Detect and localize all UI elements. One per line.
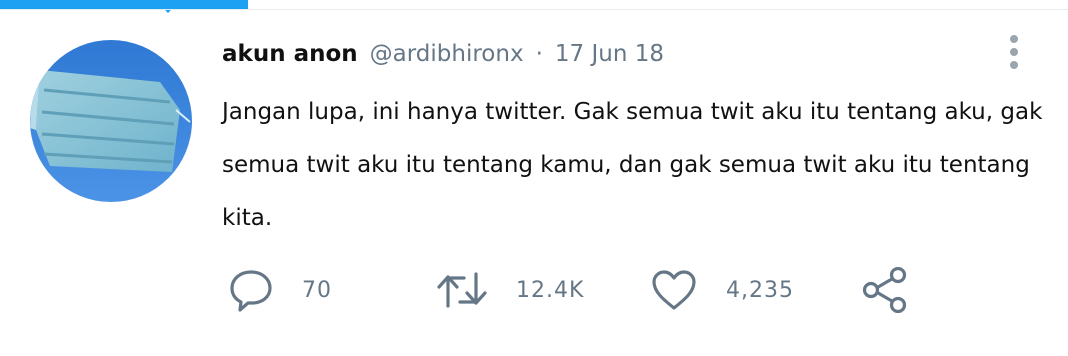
reply-button[interactable]: 70 [228, 266, 332, 314]
speech-bubble-icon [230, 270, 272, 312]
tweet-detail-page: akun anon @ardibhironx · 17 Jun 18 Janga… [0, 0, 1068, 356]
retweet-count: 12.4K [516, 277, 585, 303]
retweet-arrows-icon [437, 272, 487, 308]
tweet-header: akun anon @ardibhironx · 17 Jun 18 [222, 36, 664, 72]
like-count: 4,235 [726, 277, 794, 303]
like-button[interactable]: 4,235 [650, 266, 794, 314]
tweet-text: Jangan lupa, ini hanya twitter. Gak semu… [222, 99, 1043, 231]
tab-indicator [0, 0, 248, 9]
vertical-dots-icon [1010, 35, 1018, 69]
reply-count: 70 [302, 277, 332, 303]
author-display-name[interactable]: akun anon [222, 41, 358, 67]
tweet-actions: 70 12.4K 4,235 [228, 266, 928, 314]
header-separator: · [535, 41, 543, 67]
retweet-button[interactable]: 12.4K [436, 266, 584, 314]
heart-icon [652, 270, 696, 310]
share-nodes-icon [862, 267, 907, 313]
more-options-button[interactable] [1004, 34, 1024, 74]
share-button[interactable] [860, 266, 910, 314]
tweet-date[interactable]: 17 Jun 18 [555, 41, 664, 67]
header-divider [0, 9, 1068, 10]
avatar[interactable] [30, 40, 192, 202]
avatar-image [30, 40, 192, 202]
author-handle[interactable]: @ardibhironx [370, 41, 524, 67]
